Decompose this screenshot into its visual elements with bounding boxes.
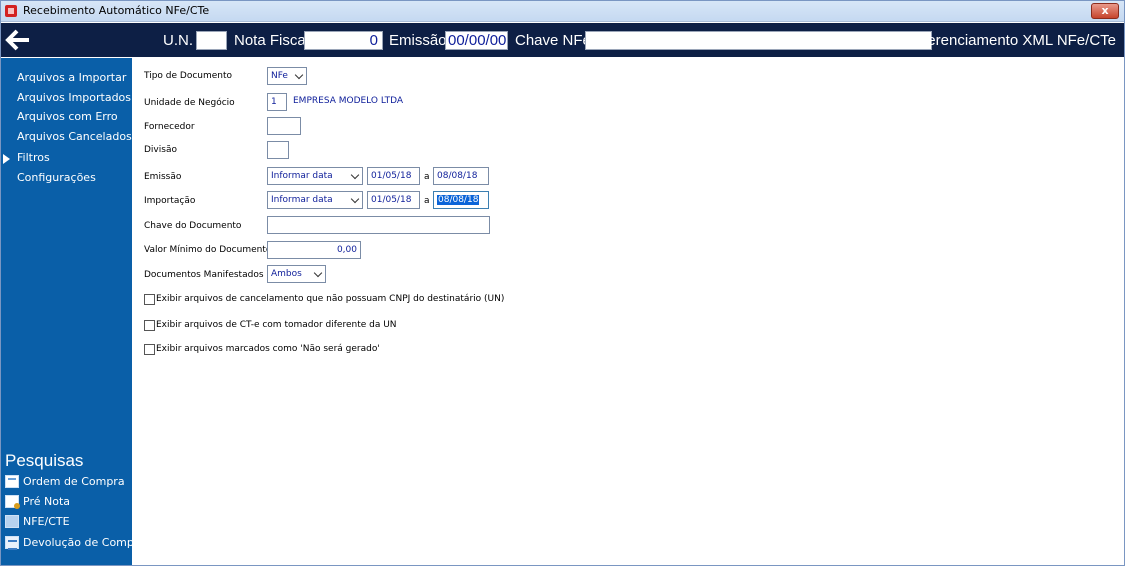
documentos-manifestados-label: Documentos Manifestados xyxy=(144,270,264,280)
importacao-mode-value: Informar data xyxy=(271,195,333,205)
stack-icon xyxy=(5,515,19,528)
title-bar: Recebimento Automático NFe/CTe x xyxy=(1,1,1124,22)
back-arrow-icon[interactable] xyxy=(5,28,31,52)
window-title: Recebimento Automático NFe/CTe xyxy=(23,4,210,17)
chevron-down-icon xyxy=(313,268,323,278)
fornecedor-label: Fornecedor xyxy=(144,122,195,132)
header-bar: U.N. Nota Fiscal 0 Emissão 00/00/00 Chav… xyxy=(1,23,1124,57)
checkbox-cancelamento-sem-cnpj[interactable] xyxy=(144,294,155,305)
divisao-label: Divisão xyxy=(144,145,177,155)
emissao-mode-select[interactable]: Informar data xyxy=(267,167,363,185)
sidebar-item-configuracoes[interactable]: Configurações xyxy=(17,171,96,184)
emissao-mode-value: Informar data xyxy=(271,171,333,181)
tipo-documento-value: NFe xyxy=(271,71,288,81)
sidebar-item-arquivos-com-erro[interactable]: Arquivos com Erro xyxy=(17,110,118,123)
tipo-documento-select[interactable]: NFe xyxy=(267,67,307,85)
chave-documento-label: Chave do Documento xyxy=(144,221,242,231)
sidebar-item-arquivos-a-importar[interactable]: Arquivos a Importar xyxy=(17,71,126,84)
pesquisa-label: NFE/CTE xyxy=(23,515,70,528)
sidebar-item-arquivos-cancelados[interactable]: Arquivos Cancelados xyxy=(17,130,132,143)
importacao-label: Importação xyxy=(144,196,196,206)
note-icon xyxy=(5,495,20,509)
checkbox-nao-sera-gerado[interactable] xyxy=(144,344,155,355)
emissao-from-input[interactable]: 01/05/18 xyxy=(367,167,420,185)
close-button[interactable]: x xyxy=(1091,3,1119,19)
nota-fiscal-label: Nota Fiscal xyxy=(234,32,310,49)
unidade-negocio-input[interactable]: 1 xyxy=(267,93,287,111)
documentos-manifestados-select[interactable]: Ambos xyxy=(267,265,326,283)
pesquisa-label: Ordem de Compra xyxy=(23,475,125,488)
emissao-label: Emissão xyxy=(389,32,447,49)
grid-icon xyxy=(5,536,19,550)
pesquisa-label: Pré Nota xyxy=(23,495,70,508)
app-window: Recebimento Automático NFe/CTe x U.N. No… xyxy=(0,0,1125,566)
nota-fiscal-input[interactable]: 0 xyxy=(304,31,383,50)
pesquisa-label: Devolução de Compra xyxy=(23,536,146,549)
chave-documento-input[interactable] xyxy=(267,216,490,234)
tipo-documento-label: Tipo de Documento xyxy=(144,71,233,81)
app-icon xyxy=(5,5,17,17)
chevron-down-icon xyxy=(350,170,360,180)
un-label: U.N. xyxy=(163,32,193,49)
pesquisas-title: Pesquisas xyxy=(5,451,84,470)
divisao-input[interactable] xyxy=(267,141,289,159)
importacao-mode-select[interactable]: Informar data xyxy=(267,191,363,209)
un-input[interactable] xyxy=(196,31,227,50)
fornecedor-input[interactable] xyxy=(267,117,301,135)
chevron-down-icon xyxy=(294,70,304,80)
emissao-range-separator: a xyxy=(424,172,430,182)
filters-form: Tipo de Documento NFe Unidade de Negócio… xyxy=(132,58,1124,565)
emissao-to-input[interactable]: 08/08/18 xyxy=(433,167,489,185)
unidade-negocio-label: Unidade de Negócio xyxy=(144,98,235,108)
module-title: Gerenciamento XML NFe/CTe xyxy=(915,32,1116,49)
sidebar: Arquivos a Importar Arquivos Importados … xyxy=(1,58,145,565)
checkbox-cte-tomador-diferente-label[interactable]: Exibir arquivos de CT-e com tomador dife… xyxy=(156,320,397,330)
importacao-to-selected-text: 08/08/18 xyxy=(437,195,480,205)
selected-arrow-icon xyxy=(3,154,10,164)
chave-nfe-input[interactable] xyxy=(585,31,932,50)
importacao-to-input[interactable]: 08/08/18 xyxy=(433,191,489,209)
chave-nfe-label: Chave NFe xyxy=(515,32,591,49)
importacao-from-input[interactable]: 01/05/18 xyxy=(367,191,420,209)
documentos-manifestados-value: Ambos xyxy=(271,269,302,279)
importacao-range-separator: a xyxy=(424,196,430,206)
unidade-negocio-name: EMPRESA MODELO LTDA xyxy=(293,96,404,106)
checkbox-nao-sera-gerado-label[interactable]: Exibir arquivos marcados como 'Não será … xyxy=(156,344,380,354)
emissao-input[interactable]: 00/00/00 xyxy=(445,31,508,50)
chevron-down-icon xyxy=(350,194,360,204)
emissao-filter-label: Emissão xyxy=(144,172,182,182)
document-icon xyxy=(5,475,19,488)
checkbox-cancelamento-sem-cnpj-label[interactable]: Exibir arquivos de cancelamento que não … xyxy=(156,294,504,304)
sidebar-item-arquivos-importados[interactable]: Arquivos Importados xyxy=(17,91,131,104)
sidebar-item-filtros[interactable]: Filtros xyxy=(17,151,50,164)
checkbox-cte-tomador-diferente[interactable] xyxy=(144,320,155,331)
valor-minimo-label: Valor Mínimo do Documento xyxy=(144,245,272,255)
valor-minimo-input[interactable]: 0,00 xyxy=(267,241,361,259)
